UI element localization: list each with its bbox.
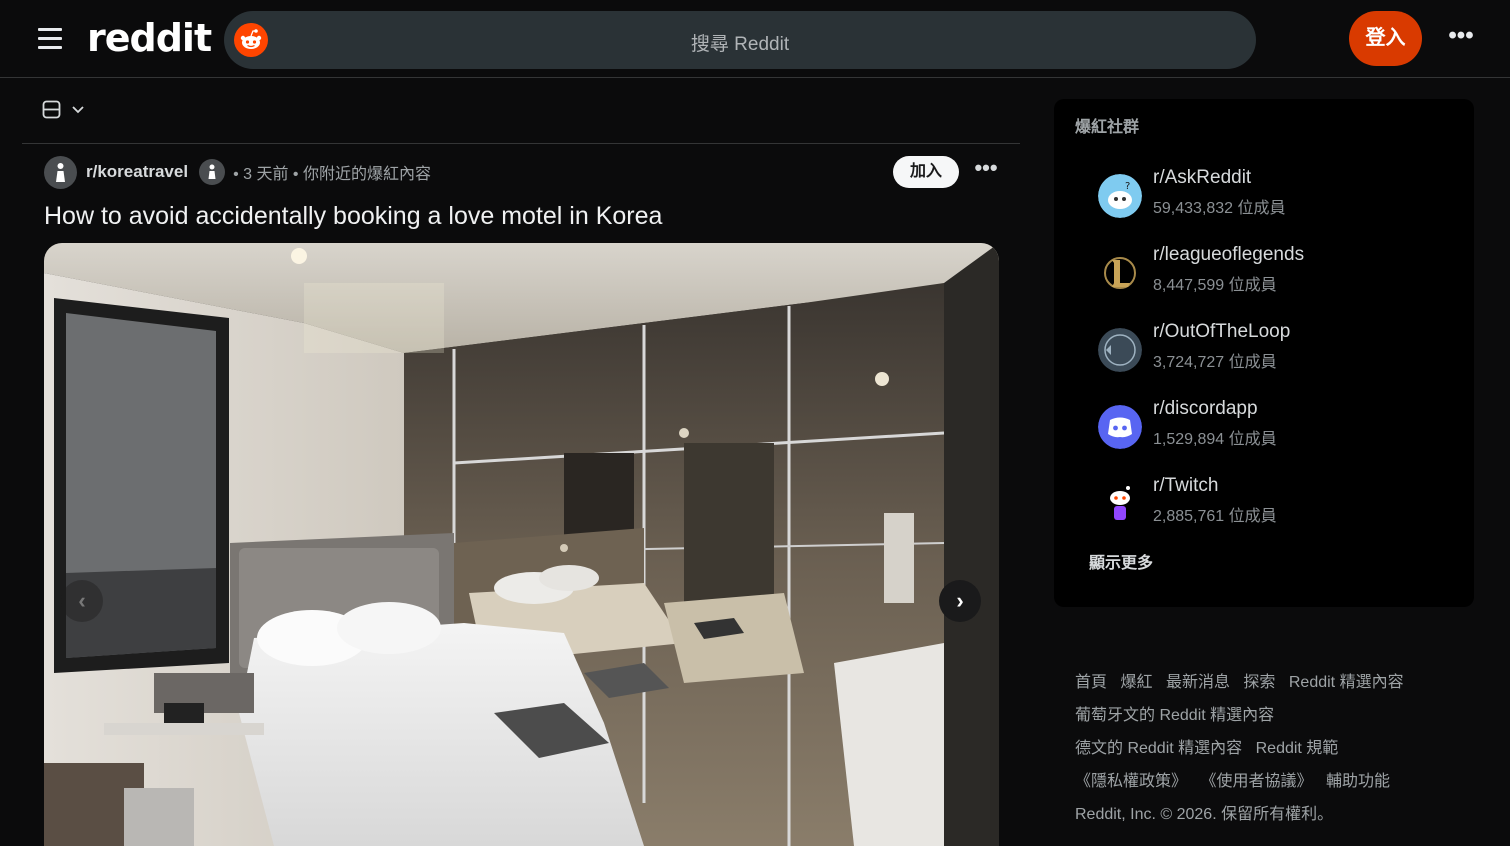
- community-members: 1,529,894 位成員: [1153, 431, 1277, 448]
- footer-link-privacy[interactable]: 《隱私權政策》: [1075, 773, 1187, 790]
- community-members: 59,433,832 位成員: [1153, 200, 1286, 217]
- discord-icon: [1098, 405, 1142, 449]
- chevron-left-icon: ‹: [78, 588, 86, 613]
- chevron-right-icon: ›: [956, 588, 964, 613]
- footer-link-accessibility[interactable]: 輔助功能: [1326, 773, 1390, 790]
- community-members: 8,447,599 位成員: [1153, 277, 1277, 294]
- view-layout-toggle[interactable]: [42, 98, 90, 124]
- footer-link-rules[interactable]: Reddit 規範: [1256, 740, 1339, 757]
- svg-text:?: ?: [1125, 181, 1130, 192]
- outoftheloop-icon: [1098, 328, 1142, 372]
- top-header: reddit 搜尋 Reddit 登入 •••: [0, 0, 1510, 78]
- community-name: r/Twitch: [1153, 475, 1219, 496]
- post-title[interactable]: How to avoid accidentally booking a love…: [44, 202, 662, 231]
- feed-divider: [22, 143, 1020, 144]
- subreddit-avatar[interactable]: [44, 155, 77, 189]
- login-button[interactable]: 登入: [1349, 11, 1422, 66]
- footer-line: 葡萄牙文的 Reddit 精選內容: [1075, 701, 1495, 734]
- footer-line: 首頁 爆紅 最新消息 探索 Reddit 精選內容: [1075, 668, 1495, 701]
- menu-icon[interactable]: [38, 28, 62, 50]
- popular-communities-card: 爆紅社群 ? r/AskReddit 59,433,832 位成員 r/leag…: [1054, 99, 1474, 607]
- subreddit-name[interactable]: r/koreatravel: [86, 162, 188, 182]
- layout-card-icon: [42, 100, 84, 119]
- search-bar[interactable]: 搜尋 Reddit: [224, 11, 1256, 69]
- footer-link-home[interactable]: 首頁: [1075, 674, 1107, 691]
- footer-link-popular[interactable]: 爆紅: [1120, 674, 1152, 691]
- reddit-wordmark[interactable]: reddit: [87, 16, 212, 60]
- footer-link-user-agreement[interactable]: 《使用者協議》: [1200, 773, 1312, 790]
- post-image[interactable]: [44, 243, 999, 846]
- community-item-twitch[interactable]: r/Twitch 2,885,761 位成員: [1098, 475, 1458, 531]
- community-item-outoftheloop[interactable]: r/OutOfTheLoop 3,724,727 位成員: [1098, 321, 1458, 377]
- post-meta: r/koreatravel • 3 天前 • 你附近的爆紅內容: [44, 155, 431, 189]
- popular-communities-heading: 爆紅社群: [1075, 119, 1140, 136]
- copyright: Reddit, Inc. © 2026. 保留所有權利。: [1075, 806, 1334, 823]
- show-more-link[interactable]: 顯示更多: [1089, 549, 1153, 573]
- footer-link-best-of-portuguese[interactable]: 葡萄牙文的 Reddit 精選內容: [1075, 707, 1274, 724]
- footer-link-best-of[interactable]: Reddit 精選內容: [1289, 674, 1404, 691]
- join-button[interactable]: 加入: [893, 156, 959, 188]
- more-options-icon[interactable]: •••: [1447, 24, 1475, 52]
- carousel-next-button[interactable]: ›: [939, 580, 981, 622]
- footer-link-best-of-german[interactable]: 德文的 Reddit 精選內容: [1075, 740, 1242, 757]
- community-item-askreddit[interactable]: ? r/AskReddit 59,433,832 位成員: [1098, 167, 1458, 223]
- community-members: 3,724,727 位成員: [1153, 354, 1277, 371]
- twitch-icon: [1098, 482, 1142, 526]
- post-time-meta: • 3 天前 • 你附近的爆紅內容: [233, 166, 431, 183]
- search-placeholder[interactable]: 搜尋 Reddit: [224, 29, 1256, 56]
- community-members: 2,885,761 位成員: [1153, 508, 1277, 525]
- user-flair-icon: [199, 159, 226, 185]
- askreddit-icon: ?: [1098, 174, 1142, 218]
- community-item-leagueoflegends[interactable]: r/leagueoflegends 8,447,599 位成員: [1098, 244, 1458, 300]
- motel-room-photo: [44, 243, 999, 846]
- footer-line: 德文的 Reddit 精選內容 Reddit 規範: [1075, 734, 1495, 767]
- footer-line: 《隱私權政策》 《使用者協議》 輔助功能: [1075, 767, 1495, 800]
- footer-links: 首頁 爆紅 最新消息 探索 Reddit 精選內容 葡萄牙文的 Reddit 精…: [1075, 668, 1495, 833]
- community-name: r/OutOfTheLoop: [1153, 321, 1291, 342]
- community-item-discordapp[interactable]: r/discordapp 1,529,894 位成員: [1098, 398, 1458, 454]
- community-name: r/discordapp: [1153, 398, 1258, 419]
- community-name: r/AskReddit: [1153, 167, 1252, 188]
- footer-link-news[interactable]: 最新消息: [1166, 674, 1230, 691]
- community-name: r/leagueoflegends: [1153, 244, 1305, 265]
- footer-link-explore[interactable]: 探索: [1243, 674, 1275, 691]
- leagueoflegends-icon: [1098, 251, 1142, 295]
- carousel-prev-button[interactable]: ‹: [61, 580, 103, 622]
- post-more-icon[interactable]: •••: [970, 157, 1002, 186]
